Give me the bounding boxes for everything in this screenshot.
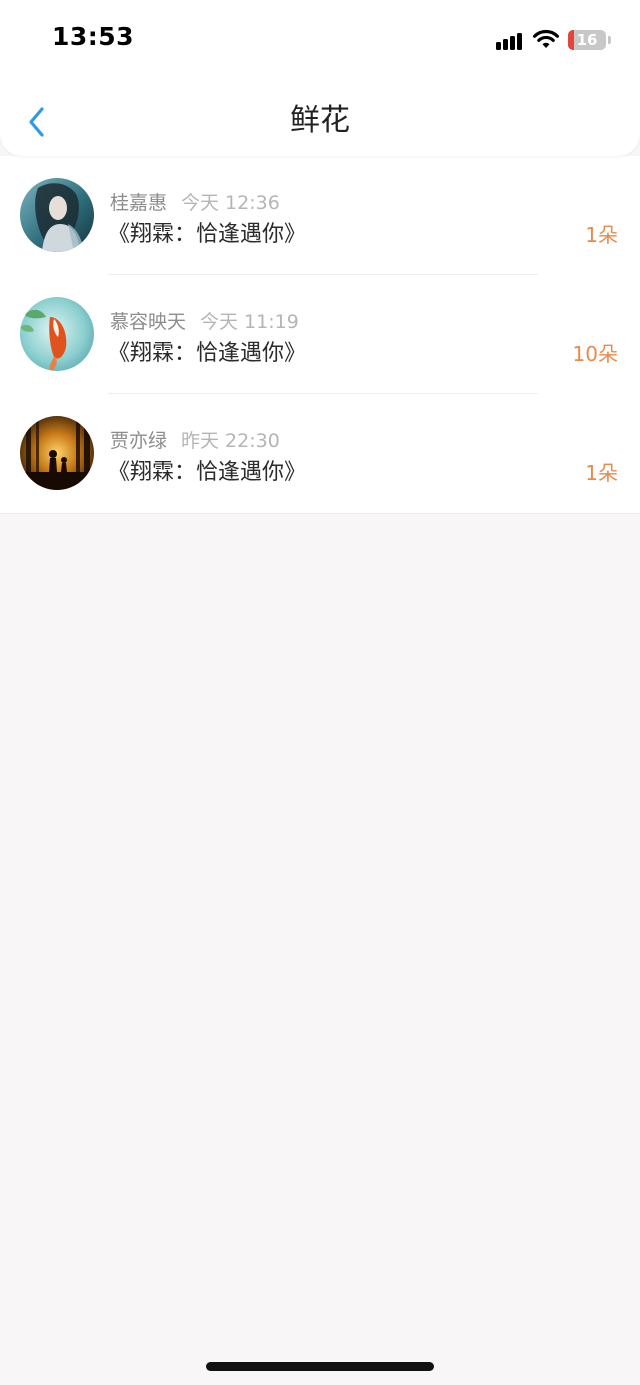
sender-name: 贾亦绿 — [110, 430, 168, 452]
avatar[interactable] — [20, 178, 94, 252]
sent-time: 今天 11:19 — [200, 311, 299, 333]
wifi-icon — [532, 28, 560, 54]
top-bar: 13:53 16 鲜花 — [0, 0, 640, 156]
list-item[interactable]: 桂嘉惠 今天 12:36 《翔霖：恰逢遇你》 1朵 — [0, 156, 640, 275]
sender-meta: 桂嘉惠 今天 12:36 — [110, 188, 280, 215]
sender-meta: 慕容映天 今天 11:19 — [110, 307, 299, 334]
page-title: 鲜花 — [290, 103, 350, 138]
book-title: 《翔霖：恰逢遇你》 — [108, 460, 307, 485]
sent-time: 今天 12:36 — [181, 192, 280, 214]
status-time: 13:53 — [52, 22, 135, 51]
book-title: 《翔霖：恰逢遇你》 — [108, 222, 307, 247]
flower-count: 1朵 — [585, 223, 618, 247]
book-title: 《翔霖：恰逢遇你》 — [108, 341, 307, 366]
avatar[interactable] — [20, 416, 94, 490]
avatar[interactable] — [20, 297, 94, 371]
battery-level: 16 — [576, 31, 598, 49]
sender-meta: 贾亦绿 昨天 22:30 — [110, 426, 280, 453]
list-item[interactable]: 慕容映天 今天 11:19 《翔霖：恰逢遇你》 10朵 — [0, 275, 640, 394]
flower-count: 1朵 — [585, 461, 618, 485]
sender-name: 慕容映天 — [110, 311, 187, 333]
sent-time: 昨天 22:30 — [181, 430, 280, 452]
sender-name: 桂嘉惠 — [110, 192, 168, 214]
signal-icon — [496, 30, 526, 50]
home-indicator[interactable] — [206, 1362, 434, 1371]
flower-gift-list: 桂嘉惠 今天 12:36 《翔霖：恰逢遇你》 1朵 慕容映天 今天 11:19 … — [0, 156, 640, 514]
flower-count: 10朵 — [572, 342, 618, 366]
battery-cap — [608, 36, 611, 44]
list-item[interactable]: 贾亦绿 昨天 22:30 《翔霖：恰逢遇你》 1朵 — [0, 394, 640, 513]
battery-icon: 16 — [568, 30, 606, 50]
